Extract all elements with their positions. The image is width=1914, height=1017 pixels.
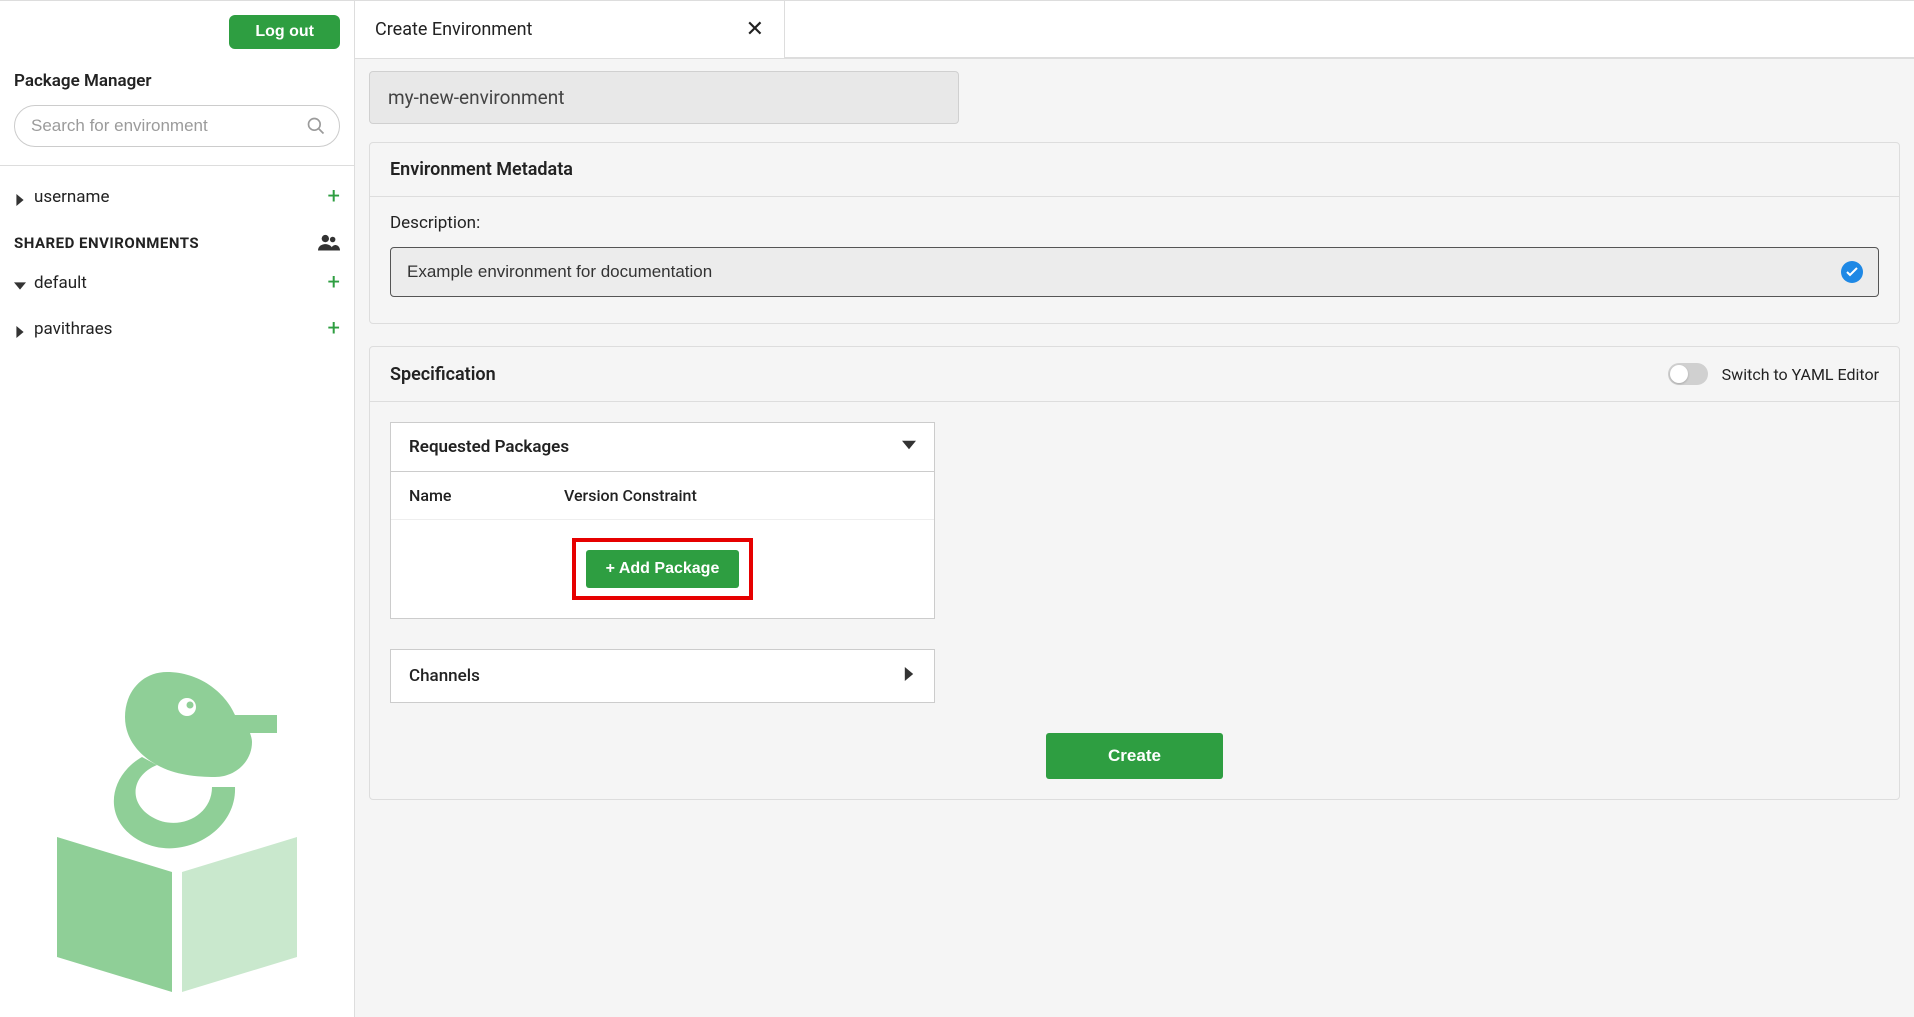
close-icon[interactable]: ✕: [746, 19, 764, 41]
yaml-toggle-label: Switch to YAML Editor: [1722, 365, 1879, 384]
caret-right-icon: [14, 323, 26, 335]
check-icon: [1841, 261, 1863, 283]
logo: [0, 637, 354, 1017]
chevron-down-icon: [902, 437, 916, 457]
environment-name-field[interactable]: my-new-environment: [369, 71, 959, 124]
add-icon[interactable]: +: [328, 272, 340, 294]
column-name: Name: [409, 486, 564, 505]
environment-metadata-card: Environment Metadata Description:: [369, 142, 1900, 324]
card-title: Specification: [390, 364, 496, 385]
caret-down-icon: [14, 277, 26, 289]
logout-button[interactable]: Log out: [229, 15, 340, 49]
shared-environments-header: SHARED ENVIRONMENTS: [0, 220, 354, 260]
caret-right-icon: [14, 191, 26, 203]
create-button[interactable]: Create: [1046, 733, 1223, 779]
yaml-toggle[interactable]: [1668, 363, 1708, 385]
sidebar-item-username[interactable]: username +: [0, 174, 354, 220]
sidebar: Log out Package Manager username +: [0, 1, 355, 1017]
tab-title: Create Environment: [375, 19, 532, 40]
specification-card: Specification Switch to YAML Editor Requ…: [369, 346, 1900, 800]
sidebar-item-label: username: [34, 187, 109, 207]
description-label: Description:: [390, 213, 1879, 233]
sidebar-item-label: pavithraes: [34, 319, 112, 339]
column-version: Version Constraint: [564, 486, 697, 505]
card-title: Environment Metadata: [370, 143, 1899, 197]
requested-packages-panel: Requested Packages Name Version Constrai…: [390, 422, 935, 619]
description-input[interactable]: [390, 247, 1879, 297]
sidebar-item-pavithraes[interactable]: pavithraes +: [0, 306, 354, 352]
add-icon[interactable]: +: [328, 186, 340, 208]
search-icon: [306, 116, 326, 136]
search-input[interactable]: [14, 105, 340, 147]
app-title: Package Manager: [14, 71, 340, 91]
sidebar-item-default[interactable]: default +: [0, 260, 354, 306]
sidebar-item-label: default: [34, 273, 87, 293]
add-icon[interactable]: +: [328, 318, 340, 340]
chevron-right-icon: [902, 666, 916, 686]
channels-panel[interactable]: Channels: [390, 649, 935, 703]
tab-create-environment[interactable]: Create Environment ✕: [355, 1, 785, 58]
channels-panel-title: Channels: [409, 666, 480, 686]
tab-bar: Create Environment ✕: [355, 1, 1914, 59]
add-package-highlight: + Add Package: [572, 538, 754, 600]
main-content: Create Environment ✕ my-new-environment …: [355, 1, 1914, 1017]
requested-packages-header[interactable]: Requested Packages: [391, 423, 934, 472]
people-icon: [318, 234, 340, 252]
add-package-button[interactable]: + Add Package: [586, 550, 740, 588]
